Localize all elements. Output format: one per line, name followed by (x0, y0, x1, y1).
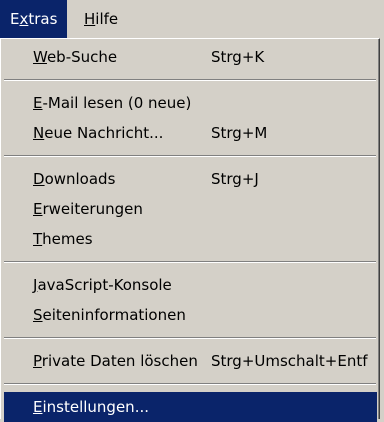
menu-item-page-info[interactable]: Seiteninformationen (1, 300, 379, 330)
menu-item-js-console[interactable]: JavaScript-Konsole (1, 270, 379, 300)
menu-item-label: E-Mail lesen (0 neue) (33, 94, 192, 112)
menu-item-label: JavaScript-Konsole (33, 276, 172, 294)
menu-item-clear-private-data[interactable]: Private Daten löschen Strg+Umschalt+Entf (1, 346, 379, 376)
menu-item-themes[interactable]: Themes (1, 224, 379, 254)
menu-item-shortcut: Strg+K (211, 48, 265, 66)
menu-separator (4, 383, 376, 385)
menu-item-label: Erweiterungen (33, 200, 143, 218)
menu-item-label: Private Daten löschen (33, 352, 198, 370)
menu-separator (4, 79, 376, 81)
menu-item-label: Themes (33, 230, 93, 248)
menu-separator (4, 155, 376, 157)
menu-help[interactable]: Hilfe (74, 0, 128, 38)
menu-separator (4, 337, 376, 339)
menu-item-label: Neue Nachricht... (33, 124, 164, 142)
menu-separator (4, 261, 376, 263)
menu-item-shortcut: Strg+Umschalt+Entf (211, 352, 368, 370)
menu-help-label: Hilfe (84, 10, 119, 28)
menu-item-label: Web-Suche (33, 48, 118, 66)
menubar: Extras Hilfe (0, 0, 384, 38)
menu-item-label: Seiteninformationen (33, 306, 186, 324)
menu-item-extensions[interactable]: Erweiterungen (1, 194, 379, 224)
menu-item-label: Downloads (33, 170, 116, 188)
menu-item-settings[interactable]: Einstellungen... (4, 392, 377, 422)
menu-item-read-mail[interactable]: E-Mail lesen (0 neue) (1, 88, 379, 118)
menu-item-shortcut: Strg+J (211, 170, 259, 188)
menu-extras[interactable]: Extras (0, 0, 68, 38)
menu-extras-label: Extras (10, 10, 58, 28)
menu-item-shortcut: Strg+M (211, 124, 268, 142)
extras-dropdown-menu: Web-Suche Strg+K E-Mail lesen (0 neue) N… (0, 38, 380, 422)
menu-item-web-search[interactable]: Web-Suche Strg+K (1, 42, 379, 72)
menu-item-label: Einstellungen... (33, 398, 149, 416)
menu-item-new-message[interactable]: Neue Nachricht... Strg+M (1, 118, 379, 148)
menu-item-downloads[interactable]: Downloads Strg+J (1, 164, 379, 194)
